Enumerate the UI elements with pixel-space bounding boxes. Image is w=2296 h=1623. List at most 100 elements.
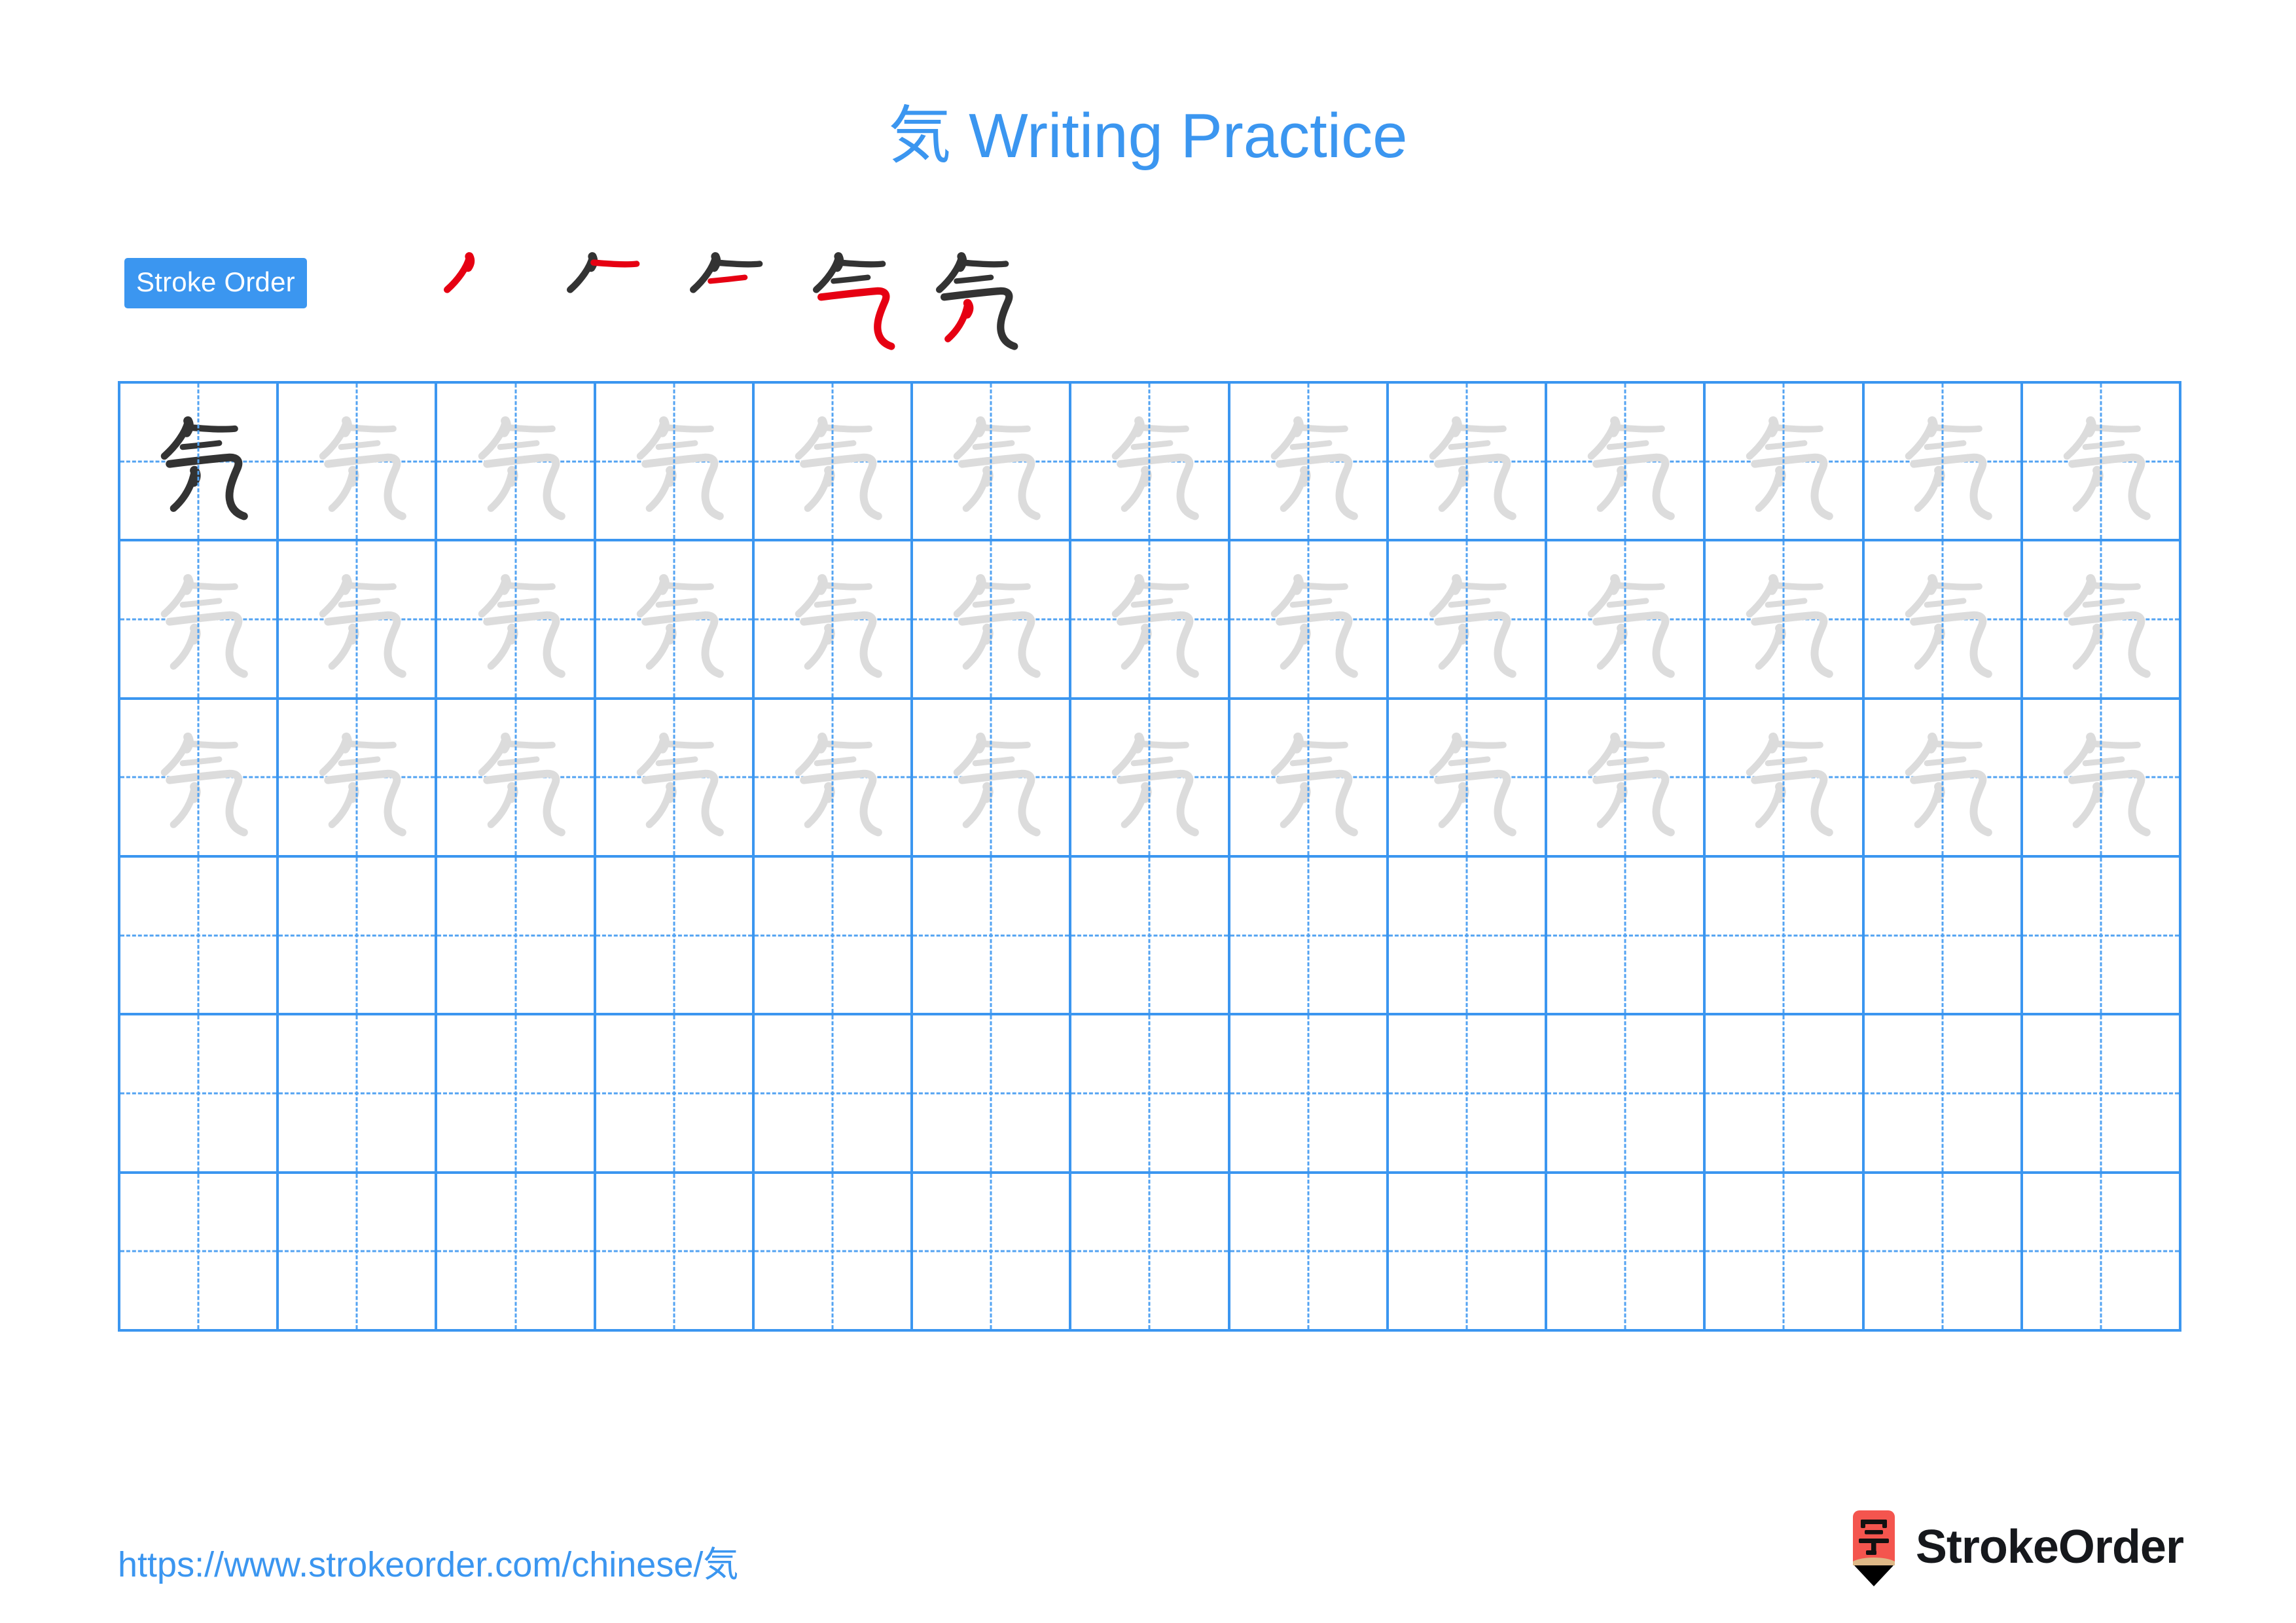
practice-cell[interactable] (754, 857, 914, 1016)
practice-cell[interactable] (1071, 1015, 1230, 1174)
trace-character (450, 396, 581, 526)
practice-cell[interactable] (1071, 857, 1230, 1016)
practice-cell[interactable] (1230, 1015, 1389, 1174)
trace-character (925, 396, 1056, 526)
trace-character (1877, 554, 2008, 684)
practice-cell[interactable] (1547, 699, 1706, 858)
trace-character (1243, 554, 1374, 684)
trace-character (1243, 712, 1374, 843)
trace-character (291, 396, 422, 526)
practice-cell[interactable] (1547, 1173, 1706, 1332)
practice-cell[interactable] (1388, 1173, 1548, 1332)
practice-cell[interactable] (913, 699, 1072, 858)
practice-cell[interactable] (1706, 541, 1865, 700)
trace-character (1401, 396, 1532, 526)
trace-character (291, 554, 422, 684)
practice-cell[interactable] (1706, 384, 1865, 542)
practice-cell[interactable] (279, 699, 438, 858)
practice-cell[interactable] (437, 541, 596, 700)
practice-cell[interactable] (1706, 699, 1865, 858)
practice-cell[interactable] (1864, 1173, 2023, 1332)
practice-cell[interactable] (120, 857, 279, 1016)
practice-cell[interactable] (754, 384, 914, 542)
practice-cell[interactable] (596, 384, 755, 542)
practice-cell[interactable] (2022, 857, 2181, 1016)
practice-cell[interactable] (1388, 384, 1548, 542)
practice-cell[interactable] (596, 1015, 755, 1174)
trace-character (1084, 554, 1215, 684)
practice-cell[interactable] (2022, 384, 2181, 542)
stroke-step-1 (418, 233, 541, 356)
practice-cell[interactable] (1547, 1015, 1706, 1174)
practice-cell[interactable] (1071, 699, 1230, 858)
practice-cell[interactable] (1706, 1015, 1865, 1174)
practice-cell[interactable] (437, 857, 596, 1016)
practice-cell[interactable] (1388, 541, 1548, 700)
practice-cell[interactable] (596, 857, 755, 1016)
practice-cell[interactable] (437, 384, 596, 542)
practice-cell[interactable] (1071, 384, 1230, 542)
trace-character (1718, 712, 1849, 843)
practice-cell[interactable] (1230, 384, 1389, 542)
practice-cell[interactable] (437, 699, 596, 858)
practice-cell[interactable] (1864, 1015, 2023, 1174)
practice-cell[interactable] (437, 1015, 596, 1174)
practice-cell[interactable] (1071, 541, 1230, 700)
practice-cell[interactable] (1547, 857, 1706, 1016)
practice-cell[interactable] (1706, 1173, 1865, 1332)
practice-cell[interactable] (120, 1015, 279, 1174)
practice-cell[interactable] (1547, 541, 1706, 700)
practice-cell[interactable] (1230, 699, 1389, 858)
practice-cell[interactable] (1864, 384, 2023, 542)
practice-cell[interactable] (279, 541, 438, 700)
practice-cell[interactable] (279, 857, 438, 1016)
practice-cell[interactable] (437, 1173, 596, 1332)
trace-character (1560, 554, 1691, 684)
practice-cell[interactable] (754, 699, 914, 858)
practice-cell[interactable] (913, 384, 1072, 542)
brand-logo[interactable]: StrokeOrder (1846, 1509, 2184, 1589)
practice-cell[interactable] (1230, 1173, 1389, 1332)
practice-cell[interactable] (120, 699, 279, 858)
practice-cell[interactable] (754, 1015, 914, 1174)
practice-cell[interactable] (754, 541, 914, 700)
practice-cell[interactable] (2022, 1015, 2181, 1174)
practice-cell[interactable] (2022, 541, 2181, 700)
trace-character (291, 712, 422, 843)
practice-cell[interactable] (754, 1173, 914, 1332)
practice-cell[interactable] (596, 699, 755, 858)
practice-cell[interactable] (913, 857, 1072, 1016)
practice-cell[interactable] (913, 541, 1072, 700)
practice-cell[interactable] (1388, 699, 1548, 858)
practice-cell[interactable] (1547, 384, 1706, 542)
practice-cell[interactable] (279, 384, 438, 542)
trace-character (1084, 712, 1215, 843)
practice-cell[interactable] (279, 1015, 438, 1174)
stroke-order-section: Stroke Order (124, 249, 2186, 350)
practice-cell[interactable] (279, 1173, 438, 1332)
practice-cell[interactable] (1230, 857, 1389, 1016)
practice-cell[interactable] (913, 1173, 1072, 1332)
practice-cell[interactable] (1864, 699, 2023, 858)
practice-cell[interactable] (596, 541, 755, 700)
practice-cell[interactable] (1864, 541, 2023, 700)
practice-cell[interactable] (913, 1015, 1072, 1174)
practice-cell[interactable] (596, 1173, 755, 1332)
practice-cell[interactable] (2022, 699, 2181, 858)
brand-name: StrokeOrder (1915, 1521, 2184, 1573)
trace-character (1084, 396, 1215, 526)
page-title-text: 気 Writing Practice (888, 101, 1408, 171)
practice-cell[interactable] (1071, 1173, 1230, 1332)
practice-cell[interactable] (1388, 1015, 1548, 1174)
practice-cell[interactable] (120, 384, 279, 542)
trace-character (609, 396, 740, 526)
practice-cell[interactable] (1388, 857, 1548, 1016)
practice-cell[interactable] (1706, 857, 1865, 1016)
trace-character (450, 712, 581, 843)
practice-cell[interactable] (2022, 1173, 2181, 1332)
practice-cell[interactable] (120, 541, 279, 700)
practice-cell[interactable] (1864, 857, 2023, 1016)
footer-url[interactable]: https://www.strokeorder.com/chinese/気 (118, 1535, 738, 1587)
practice-cell[interactable] (1230, 541, 1389, 700)
practice-cell[interactable] (120, 1173, 279, 1332)
